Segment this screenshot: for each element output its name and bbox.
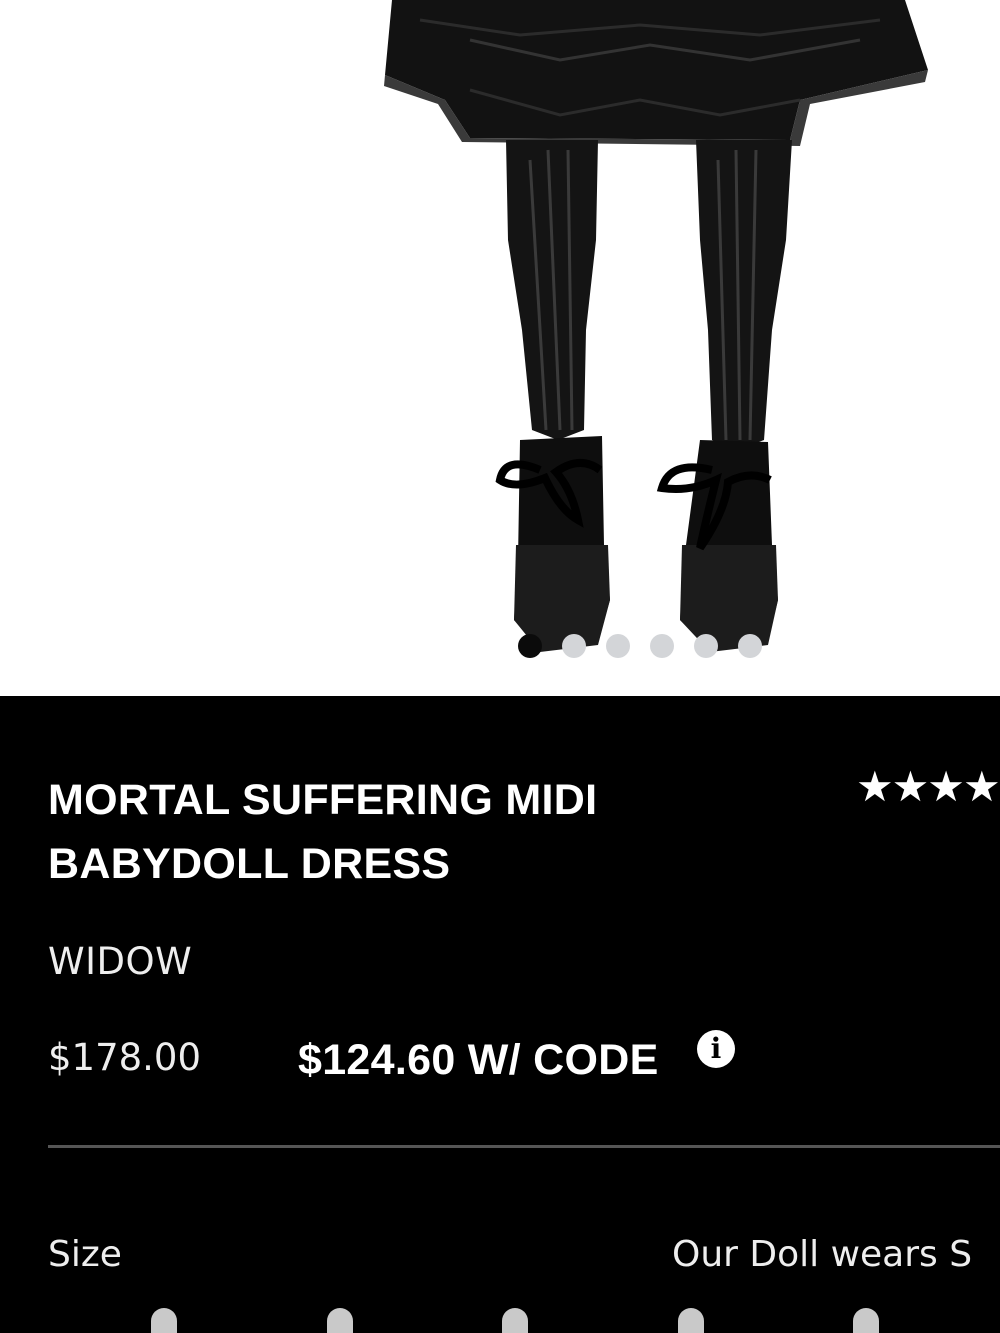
carousel-dot[interactable] [738, 634, 762, 658]
star-icon[interactable]: ★★★★ [856, 762, 1000, 811]
size-option[interactable] [853, 1308, 879, 1333]
model-size-note: Our Doll wears S [672, 1234, 973, 1275]
product-image [384, 0, 928, 652]
carousel-dot[interactable] [562, 634, 586, 658]
product-title: MORTAL SUFFERING MIDI BABYDOLL DRESS [48, 776, 598, 888]
carousel-dot[interactable] [694, 634, 718, 658]
size-option[interactable] [151, 1308, 177, 1333]
product-info-panel: MORTAL SUFFERING MIDI BABYDOLL DRESS ★★★… [0, 696, 1000, 1333]
size-option[interactable] [327, 1308, 353, 1333]
sale-price: $124.60 W/ CODE [298, 1036, 659, 1084]
product-image-gallery[interactable] [0, 0, 1000, 696]
carousel-dots [518, 634, 762, 658]
size-option[interactable] [678, 1308, 704, 1333]
info-icon[interactable]: i [697, 1030, 735, 1068]
divider [48, 1145, 1000, 1148]
original-price: $178.00 [48, 1036, 202, 1079]
size-label: Size [48, 1234, 122, 1275]
size-option[interactable] [502, 1308, 528, 1333]
carousel-dot[interactable] [650, 634, 674, 658]
carousel-dot[interactable] [518, 634, 542, 658]
carousel-dot[interactable] [606, 634, 630, 658]
product-brand[interactable]: WIDOW [48, 940, 192, 983]
size-options-row[interactable] [0, 1308, 1000, 1333]
